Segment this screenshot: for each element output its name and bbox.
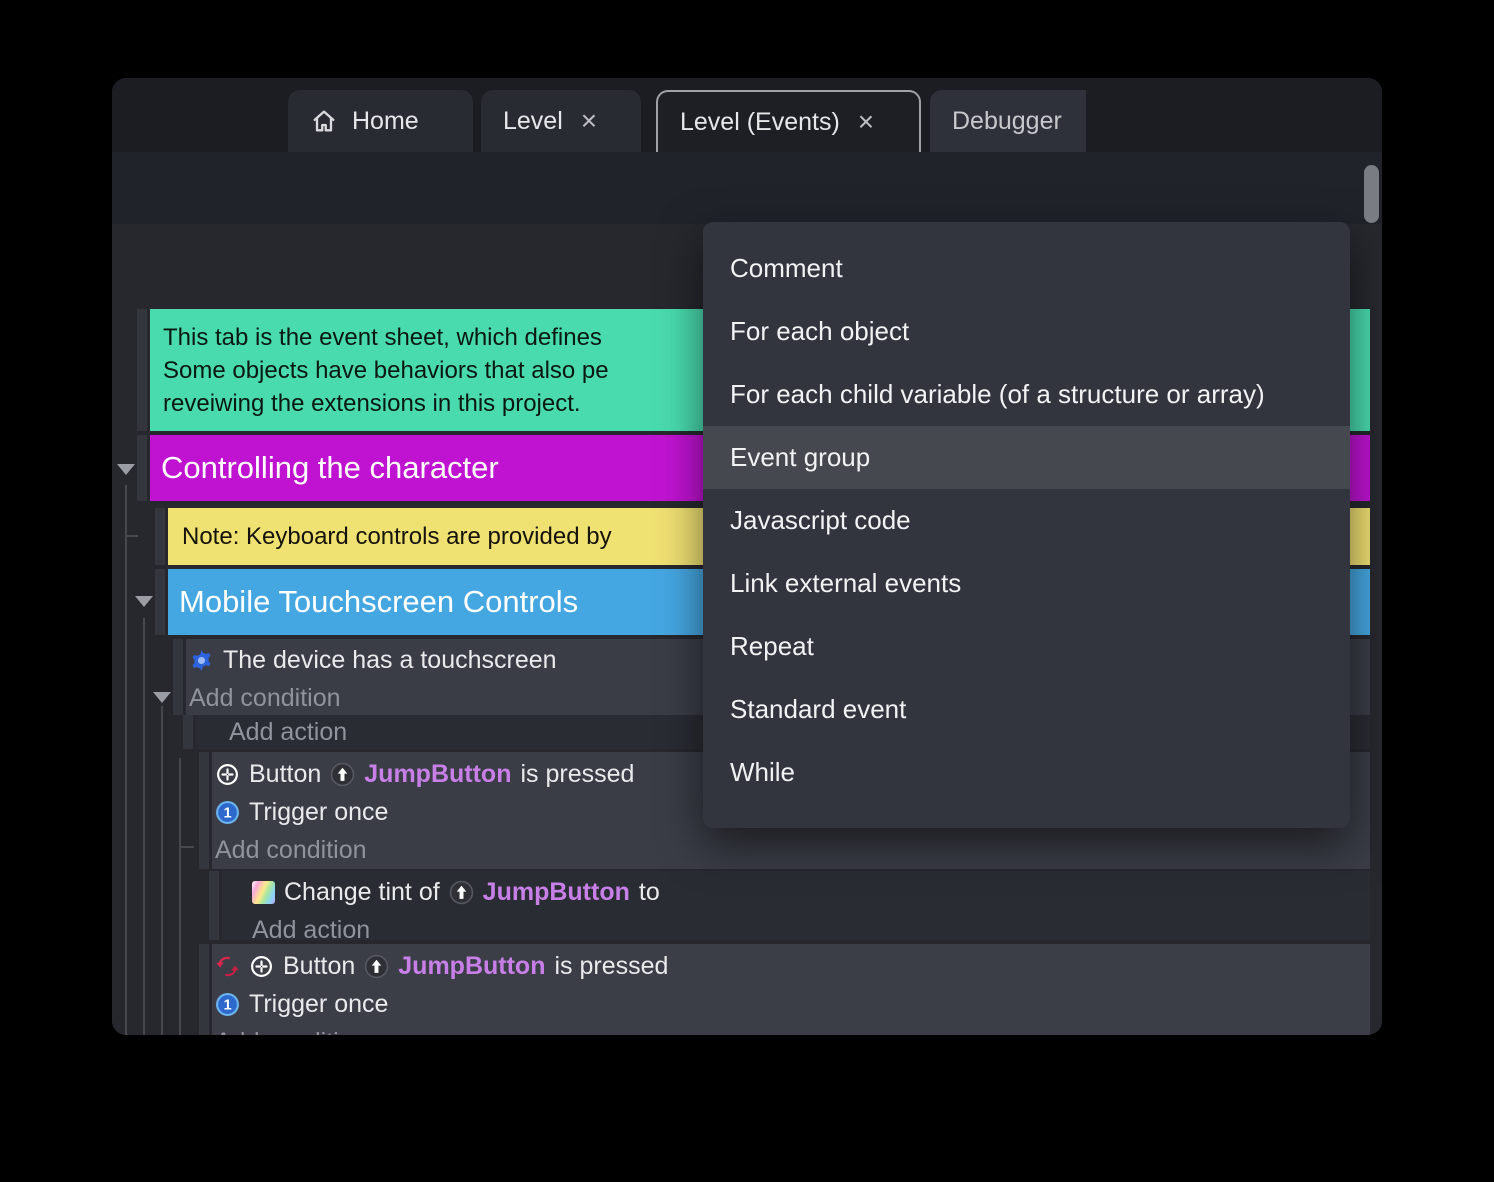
condition-text: Trigger once [249,990,388,1019]
instance-arrow-icon [330,762,355,787]
tree-line [179,758,181,1035]
tab-level-label: Level [503,107,563,136]
menu-item-link-external-events[interactable]: Link external events [703,552,1350,615]
tab-home-label: Home [352,107,419,136]
condition-text: Trigger once [249,798,388,827]
condition-text: The device has a touchscreen [223,646,557,675]
app-window: Home Level × Level (Events) × Debugger [112,78,1382,1035]
tab-debugger-label: Debugger [952,107,1062,136]
red-cycle-arrows-icon [215,954,240,979]
trigger-once-icon: 1 [215,992,240,1017]
tree-line [125,485,127,1035]
tree-line [143,618,145,1035]
instance-arrow-icon [449,880,474,905]
instance-arrow-icon [364,954,389,979]
trigger-once-icon: 1 [215,800,240,825]
add-condition-link[interactable]: Add condition [212,831,1370,869]
collapse-arrow[interactable] [153,692,171,703]
condition-object: Button [283,952,355,981]
instance-name: JumpButton [483,878,630,907]
tab-home[interactable]: Home [288,90,473,152]
vertical-scrollbar-thumb[interactable] [1364,165,1379,223]
tree-line [161,706,163,1035]
collapse-arrow[interactable] [135,596,153,607]
menu-item-standard-event[interactable]: Standard event [703,678,1350,741]
tree-connector [179,846,194,848]
instance-name: JumpButton [364,760,511,789]
action-text: Change tint of [284,878,440,907]
collapse-arrow[interactable] [117,464,135,475]
menu-item-while[interactable]: While [703,741,1350,804]
tab-level-events[interactable]: Level (Events) × [656,90,921,152]
action-text: to [639,878,660,907]
button-object-icon [249,954,274,979]
menu-item-event-group[interactable]: Event group [703,426,1350,489]
add-action-link[interactable]: Add action [222,911,1370,940]
button-object-icon [215,762,240,787]
tree-connector [125,535,138,537]
note-text: Note: Keyboard controls are provided by [182,523,612,551]
menu-item-javascript-code[interactable]: Javascript code [703,489,1350,552]
add-event-context-menu: Comment For each object For each child v… [703,222,1350,828]
tab-level-events-close-icon[interactable]: × [854,108,878,136]
tab-debugger[interactable]: Debugger [930,90,1086,152]
gear-icon [189,648,214,673]
condition-text: is pressed [554,952,668,981]
svg-text:1: 1 [223,805,231,821]
add-condition-link[interactable]: Add condition [212,1023,1370,1035]
tab-level-events-label: Level (Events) [680,108,840,137]
instance-name: JumpButton [398,952,545,981]
svg-text:1: 1 [223,997,231,1013]
condition-object: Button [249,760,321,789]
tab-level-close-icon[interactable]: × [577,107,601,135]
action-block[interactable]: Change tint of JumpButton to Add action [209,871,1370,940]
condition-text: is pressed [520,760,634,789]
menu-item-comment[interactable]: Comment [703,237,1350,300]
tint-icon [252,881,275,904]
menu-item-for-each-object[interactable]: For each object [703,300,1350,363]
home-icon [310,107,338,135]
tab-bar: Home Level × Level (Events) × Debugger [112,78,1382,152]
menu-item-for-each-child-variable[interactable]: For each child variable (of a structure … [703,363,1350,426]
menu-item-repeat[interactable]: Repeat [703,615,1350,678]
event-block[interactable]: Button JumpButton is pressed 1 Trigger o… [199,944,1370,1035]
tab-level[interactable]: Level × [481,90,641,152]
